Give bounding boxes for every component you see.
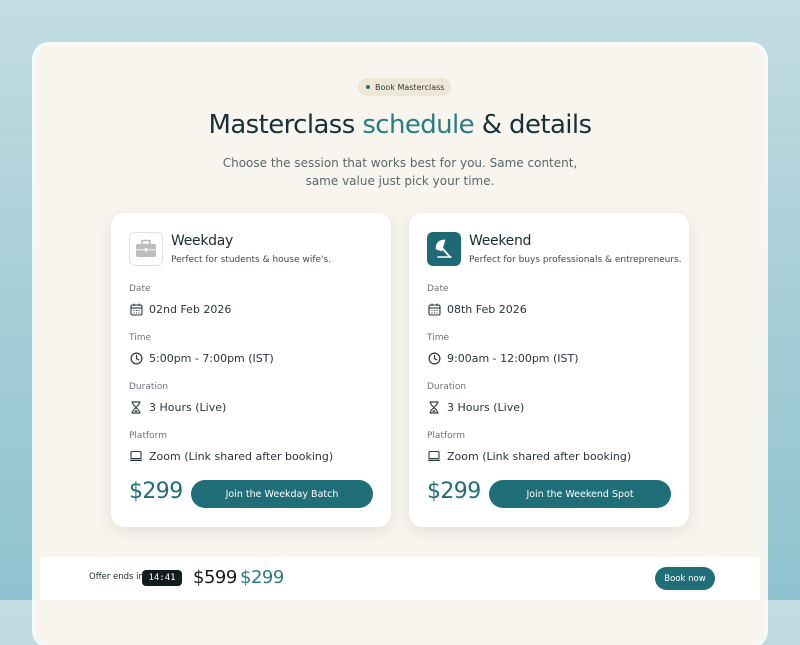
subtitle-line-2: same value just pick your time. <box>305 174 495 188</box>
old-price: $599 <box>193 567 237 588</box>
date-row: 02nd Feb 2026 <box>129 302 231 316</box>
date-label: Date <box>129 284 151 294</box>
briefcase-icon <box>129 232 163 266</box>
date-value: 02nd Feb 2026 <box>149 302 232 316</box>
platform-value: Zoom (Link shared after booking) <box>447 449 632 463</box>
book-masterclass-badge: Book Masterclass <box>358 78 452 96</box>
time-value: 9:00am - 12:00pm (IST) <box>447 351 579 365</box>
platform-label: Platform <box>129 431 167 441</box>
hourglass-icon <box>129 400 143 414</box>
duration-label: Duration <box>427 382 467 392</box>
card-description: Perfect for buys professionals & entrepr… <box>469 255 682 265</box>
new-price: $299 <box>240 567 284 588</box>
card-title: Weekend <box>469 233 532 249</box>
duration-row: 3 Hours (Live) <box>129 400 226 414</box>
weekend-card: Weekend Perfect for buys professionals &… <box>409 213 689 527</box>
calendar-icon <box>427 302 441 316</box>
badge-dot-icon <box>366 85 370 89</box>
date-row: 08th Feb 2026 <box>427 302 527 316</box>
platform-row: Zoom (Link shared after booking) <box>129 449 333 463</box>
card-price: $299 <box>129 479 183 504</box>
join-weekend-button[interactable]: Join the Weekend Spot <box>489 480 671 508</box>
time-row: 5:00pm - 7:00pm (IST) <box>129 351 274 365</box>
platform-value: Zoom (Link shared after booking) <box>149 449 334 463</box>
subtitle-line-1: Choose the session that works best for y… <box>222 156 578 170</box>
laptop-icon <box>129 449 143 463</box>
weekday-card: Weekday Perfect for students & house wif… <box>111 213 391 527</box>
platform-label: Platform <box>427 431 465 441</box>
time-label: Time <box>427 333 450 343</box>
laptop-icon <box>427 449 441 463</box>
card-price: $299 <box>427 479 481 504</box>
umbrella-icon <box>427 232 461 266</box>
clock-icon <box>129 351 143 365</box>
card-title: Weekday <box>171 233 234 249</box>
book-now-button[interactable]: Book now <box>655 567 715 590</box>
time-label: Time <box>129 333 152 343</box>
card-description: Perfect for students & house wife's. <box>171 255 332 265</box>
time-row: 9:00am - 12:00pm (IST) <box>427 351 579 365</box>
title-part-1: Masterclass <box>208 110 363 140</box>
title-accent: schedule <box>362 110 475 140</box>
page-title: Masterclass schedule & details <box>0 110 800 140</box>
badge-label: Book Masterclass <box>375 82 445 92</box>
join-weekday-button[interactable]: Join the Weekday Batch <box>191 480 373 508</box>
time-value: 5:00pm - 7:00pm (IST) <box>149 351 274 365</box>
platform-row: Zoom (Link shared after booking) <box>427 449 631 463</box>
duration-label: Duration <box>129 382 169 392</box>
countdown-timer: 14:41 <box>142 570 182 586</box>
title-part-2: & details <box>474 110 592 140</box>
duration-value: 3 Hours (Live) <box>447 400 525 414</box>
offer-bar: Offer ends in 14:41 $599 $299 Book now <box>40 557 760 600</box>
page-subtitle: Choose the session that works best for y… <box>200 154 600 190</box>
date-label: Date <box>427 284 449 294</box>
offer-label: Offer ends in <box>89 572 144 582</box>
duration-row: 3 Hours (Live) <box>427 400 524 414</box>
calendar-icon <box>129 302 143 316</box>
clock-icon <box>427 351 441 365</box>
duration-value: 3 Hours (Live) <box>149 400 227 414</box>
date-value: 08th Feb 2026 <box>447 302 527 316</box>
hourglass-icon <box>427 400 441 414</box>
